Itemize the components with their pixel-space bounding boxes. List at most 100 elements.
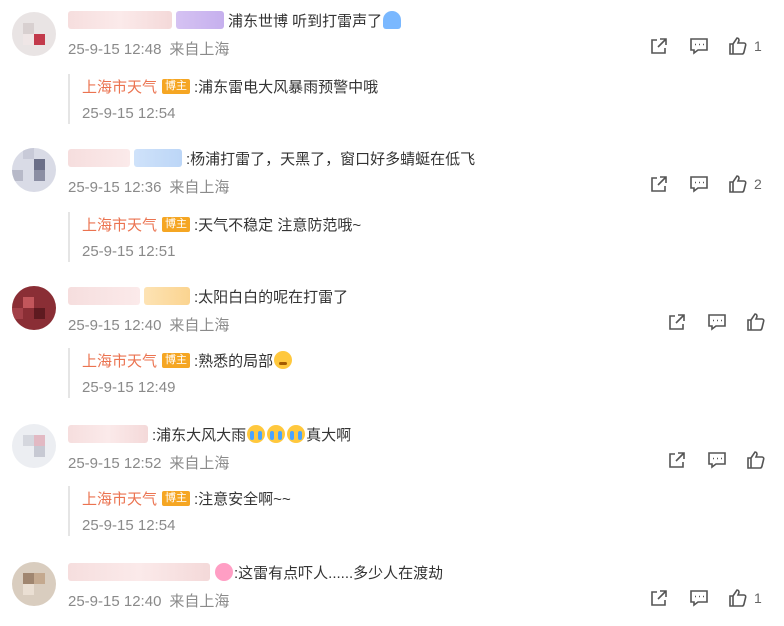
reply-text: :注意安全啊~~	[194, 490, 291, 508]
comment-icon	[708, 452, 726, 469]
thumbs-up-icon	[747, 451, 765, 469]
like-button[interactable]	[746, 312, 766, 332]
comment-text-end: 真大啊	[306, 426, 352, 444]
like-button[interactable]: 1	[728, 36, 762, 56]
comment-actions: 2	[648, 172, 762, 196]
user-badge-blurred	[176, 11, 224, 29]
comment-meta: 25-9-15 12:36 来自上海	[68, 176, 229, 197]
comment-actions	[666, 448, 766, 472]
comment-5: :这雷有点吓人......多少人在渡劫 25-9-15 12:40 来自上海 1	[0, 560, 784, 622]
reply-author[interactable]: 上海市天气	[82, 214, 157, 235]
share-button[interactable]	[648, 174, 670, 194]
crying-emoji	[287, 425, 306, 443]
share-button[interactable]	[666, 312, 688, 332]
share-icon	[651, 38, 667, 54]
reply-text: :浦东雷电大风暴雨预警中哦	[194, 78, 379, 96]
comment-line: :浦东大风大雨 真大啊	[68, 422, 351, 446]
comment-location: 来自上海	[169, 593, 230, 610]
like-button[interactable]: 2	[728, 174, 762, 194]
share-button[interactable]	[648, 36, 670, 56]
comment-icon	[708, 314, 726, 331]
thumbs-up-icon	[729, 175, 747, 193]
comment-date: 25-9-15 12:52	[68, 455, 162, 472]
comment-location: 来自上海	[169, 455, 230, 472]
comment-line: :杨浦打雷了，天黑了，窗口好多蜻蜓在低飞	[68, 146, 475, 170]
user-badge-blurred	[144, 287, 190, 305]
comment-text: :杨浦打雷了，天黑了，窗口好多蜻蜓在低飞	[186, 150, 476, 168]
flower-emoji	[215, 563, 233, 581]
comment-location: 来自上海	[169, 179, 230, 196]
comment-location: 来自上海	[169, 317, 230, 334]
thumbs-up-icon	[747, 313, 765, 331]
user-badge-blurred	[134, 149, 182, 167]
blogger-badge: 博主	[162, 352, 191, 368]
comment-actions	[666, 310, 766, 334]
username-blurred[interactable]	[68, 287, 140, 305]
like-button[interactable]	[746, 450, 766, 470]
reply-button[interactable]	[688, 174, 710, 194]
comment-meta: 25-9-15 12:40 来自上海	[68, 314, 229, 335]
reply-button[interactable]	[688, 36, 710, 56]
share-icon	[669, 314, 685, 330]
avatar[interactable]	[12, 286, 56, 330]
username-blurred[interactable]	[68, 425, 148, 443]
avatar[interactable]	[12, 12, 56, 56]
share-icon	[651, 590, 667, 606]
avatar[interactable]	[12, 424, 56, 468]
comment-date: 25-9-15 12:48	[68, 41, 162, 58]
comment-date: 25-9-15 12:40	[68, 593, 162, 610]
comment-line: :这雷有点吓人......多少人在渡劫	[68, 560, 443, 584]
like-button[interactable]: 1	[728, 588, 762, 608]
reply: 上海市天气 博主 :天气不稳定 注意防范哦~ 25-9-15 12:51	[68, 212, 361, 262]
avatar[interactable]	[12, 562, 56, 606]
comment-meta: 25-9-15 12:52 来自上海	[68, 452, 229, 473]
share-button[interactable]	[666, 450, 688, 470]
blogger-badge: 博主	[162, 78, 191, 94]
blogger-badge: 博主	[162, 490, 191, 506]
share-button[interactable]	[648, 588, 670, 608]
comment-2: :杨浦打雷了，天黑了，窗口好多蜻蜓在低飞 25-9-15 12:36 来自上海 2…	[0, 146, 784, 266]
comment-line: 浦东世博 听到打雷声了	[68, 8, 402, 32]
comment-date: 25-9-15 12:40	[68, 317, 162, 334]
reply-time: 25-9-15 12:49	[82, 379, 176, 396]
share-icon	[669, 452, 685, 468]
like-count: 2	[754, 176, 762, 192]
reply-button[interactable]	[706, 450, 728, 470]
comment-1: 浦东世博 听到打雷声了 25-9-15 12:48 来自上海 1 上海市天气 博主…	[0, 8, 784, 128]
reply-time: 25-9-15 12:51	[82, 243, 176, 260]
reply: 上海市天气 博主 :熟悉的局部 25-9-15 12:49	[68, 348, 293, 398]
username-blurred[interactable]	[68, 11, 172, 29]
like-count: 1	[754, 38, 762, 54]
comment-text: :浦东大风大雨	[152, 426, 247, 444]
comment-actions: 1	[648, 34, 762, 58]
comment-actions: 1	[648, 586, 762, 610]
reply-time: 25-9-15 12:54	[82, 105, 176, 122]
thumbs-up-icon	[729, 37, 747, 55]
reply-text: :熟悉的局部	[194, 352, 274, 370]
embarrassed-emoji	[274, 351, 293, 369]
reply-button[interactable]	[706, 312, 728, 332]
comment-icon	[690, 590, 708, 607]
reply: 上海市天气 博主 :浦东雷电大风暴雨预警中哦 25-9-15 12:54	[68, 74, 378, 124]
reply-button[interactable]	[688, 588, 710, 608]
reply-author[interactable]: 上海市天气	[82, 488, 157, 509]
comment-text: 浦东世博 听到打雷声了	[228, 12, 383, 30]
avatar[interactable]	[12, 148, 56, 192]
username-blurred[interactable]	[68, 149, 130, 167]
reply-author[interactable]: 上海市天气	[82, 350, 157, 371]
like-count: 1	[754, 590, 762, 606]
comment-location: 来自上海	[169, 41, 230, 58]
reply-author[interactable]: 上海市天气	[82, 76, 157, 97]
comment-icon	[690, 176, 708, 193]
thumbs-up-icon	[729, 589, 747, 607]
reply: 上海市天气 博主 :注意安全啊~~ 25-9-15 12:54	[68, 486, 291, 536]
comment-date: 25-9-15 12:36	[68, 179, 162, 196]
comment-meta: 25-9-15 12:48 来自上海	[68, 38, 229, 59]
comment-3: :太阳白白的呢在打雷了 25-9-15 12:40 来自上海 上海市天气 博主 :…	[0, 284, 784, 404]
crying-emoji	[247, 425, 266, 443]
username-blurred[interactable]	[68, 563, 210, 581]
share-icon	[651, 176, 667, 192]
comment-text: :这雷有点吓人......多少人在渡劫	[234, 564, 444, 582]
comment-meta: 25-9-15 12:40 来自上海	[68, 590, 229, 611]
crying-emoji	[267, 425, 286, 443]
